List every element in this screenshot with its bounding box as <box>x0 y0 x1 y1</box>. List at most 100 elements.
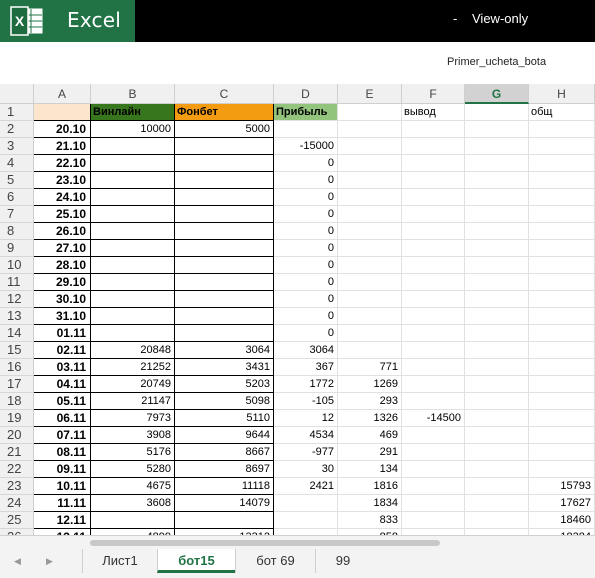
table-cell[interactable] <box>91 257 175 274</box>
table-cell[interactable] <box>529 274 595 291</box>
table-cell[interactable] <box>402 376 465 393</box>
row-header[interactable]: 10 <box>0 257 34 274</box>
date-cell[interactable]: 24.10 <box>34 189 91 206</box>
row-header[interactable]: 8 <box>0 223 34 240</box>
next-sheet-icon[interactable]: ▶ <box>46 556 53 567</box>
table-cell[interactable] <box>465 257 529 274</box>
prev-sheet-icon[interactable]: ◀ <box>14 556 21 567</box>
table-cell[interactable] <box>91 274 175 291</box>
table-cell[interactable] <box>529 342 595 359</box>
table-cell[interactable]: 9644 <box>175 427 274 444</box>
table-cell[interactable] <box>338 206 402 223</box>
document-name[interactable]: Primer_ucheta_bota <box>447 56 546 68</box>
table-cell[interactable]: 771 <box>338 359 402 376</box>
date-cell[interactable]: 06.11 <box>34 410 91 427</box>
header-cell-e[interactable] <box>338 104 402 121</box>
row-header[interactable]: 19 <box>0 410 34 427</box>
table-cell[interactable]: 0 <box>274 274 338 291</box>
table-cell[interactable]: 5203 <box>175 376 274 393</box>
table-cell[interactable] <box>465 206 529 223</box>
table-cell[interactable] <box>465 155 529 172</box>
table-cell[interactable] <box>402 512 465 529</box>
table-cell[interactable] <box>529 410 595 427</box>
column-header-g[interactable]: G <box>465 84 529 104</box>
table-cell[interactable] <box>338 240 402 257</box>
row-header[interactable]: 7 <box>0 206 34 223</box>
row-header[interactable]: 16 <box>0 359 34 376</box>
table-cell[interactable] <box>465 274 529 291</box>
table-cell[interactable]: 12 <box>274 410 338 427</box>
table-cell[interactable]: 1326 <box>338 410 402 427</box>
table-cell[interactable] <box>402 155 465 172</box>
table-cell[interactable] <box>338 308 402 325</box>
table-cell[interactable] <box>175 291 274 308</box>
table-cell[interactable] <box>529 325 595 342</box>
table-cell[interactable] <box>465 240 529 257</box>
table-cell[interactable] <box>274 121 338 138</box>
table-cell[interactable] <box>402 342 465 359</box>
table-cell[interactable] <box>175 206 274 223</box>
table-cell[interactable]: 0 <box>274 257 338 274</box>
table-cell[interactable] <box>529 427 595 444</box>
table-cell[interactable]: 0 <box>274 155 338 172</box>
table-cell[interactable] <box>338 223 402 240</box>
table-cell[interactable]: 2421 <box>274 478 338 495</box>
table-cell[interactable] <box>402 274 465 291</box>
select-all-corner[interactable] <box>0 84 34 104</box>
date-cell[interactable]: 25.10 <box>34 206 91 223</box>
table-cell[interactable] <box>465 359 529 376</box>
table-cell[interactable]: 3064 <box>175 342 274 359</box>
row-header[interactable]: 1 <box>0 104 34 121</box>
table-cell[interactable] <box>529 359 595 376</box>
column-header-h[interactable]: H <box>529 84 595 104</box>
table-cell[interactable] <box>402 291 465 308</box>
column-header-c[interactable]: C <box>175 84 274 104</box>
table-cell[interactable] <box>175 257 274 274</box>
date-cell[interactable]: 02.11 <box>34 342 91 359</box>
table-cell[interactable] <box>91 155 175 172</box>
header-cell-f[interactable]: вывод <box>402 104 465 121</box>
table-cell[interactable] <box>175 240 274 257</box>
table-cell[interactable]: 18460 <box>529 512 595 529</box>
table-cell[interactable] <box>529 189 595 206</box>
table-cell[interactable]: 11118 <box>175 478 274 495</box>
date-cell[interactable]: 28.10 <box>34 257 91 274</box>
date-cell[interactable]: 20.10 <box>34 121 91 138</box>
date-cell[interactable]: 22.10 <box>34 155 91 172</box>
table-cell[interactable]: 4534 <box>274 427 338 444</box>
table-cell[interactable] <box>175 308 274 325</box>
table-cell[interactable] <box>465 461 529 478</box>
table-cell[interactable]: -105 <box>274 393 338 410</box>
table-cell[interactable] <box>402 444 465 461</box>
header-cell-h[interactable]: общ <box>529 104 595 121</box>
table-cell[interactable]: 4675 <box>91 478 175 495</box>
table-cell[interactable] <box>175 138 274 155</box>
table-cell[interactable] <box>338 257 402 274</box>
date-cell[interactable]: 12.11 <box>34 512 91 529</box>
table-cell[interactable]: 5000 <box>175 121 274 138</box>
table-cell[interactable] <box>175 155 274 172</box>
table-cell[interactable] <box>465 223 529 240</box>
row-header[interactable]: 22 <box>0 461 34 478</box>
row-header[interactable]: 2 <box>0 121 34 138</box>
table-cell[interactable]: 1269 <box>338 376 402 393</box>
row-header[interactable]: 6 <box>0 189 34 206</box>
table-cell[interactable] <box>91 308 175 325</box>
table-cell[interactable] <box>91 223 175 240</box>
table-cell[interactable] <box>402 495 465 512</box>
table-cell[interactable] <box>338 274 402 291</box>
date-cell[interactable]: 23.10 <box>34 172 91 189</box>
row-header[interactable]: 20 <box>0 427 34 444</box>
row-header[interactable]: 12 <box>0 291 34 308</box>
table-cell[interactable] <box>402 206 465 223</box>
table-cell[interactable] <box>465 410 529 427</box>
header-cell-c[interactable]: Фонбет <box>175 104 274 121</box>
header-cell-g[interactable] <box>465 104 529 121</box>
header-cell-a[interactable] <box>34 104 91 121</box>
table-cell[interactable] <box>402 189 465 206</box>
table-cell[interactable] <box>529 444 595 461</box>
table-cell[interactable] <box>465 427 529 444</box>
table-cell[interactable] <box>465 189 529 206</box>
table-cell[interactable] <box>338 172 402 189</box>
date-cell[interactable]: 05.11 <box>34 393 91 410</box>
